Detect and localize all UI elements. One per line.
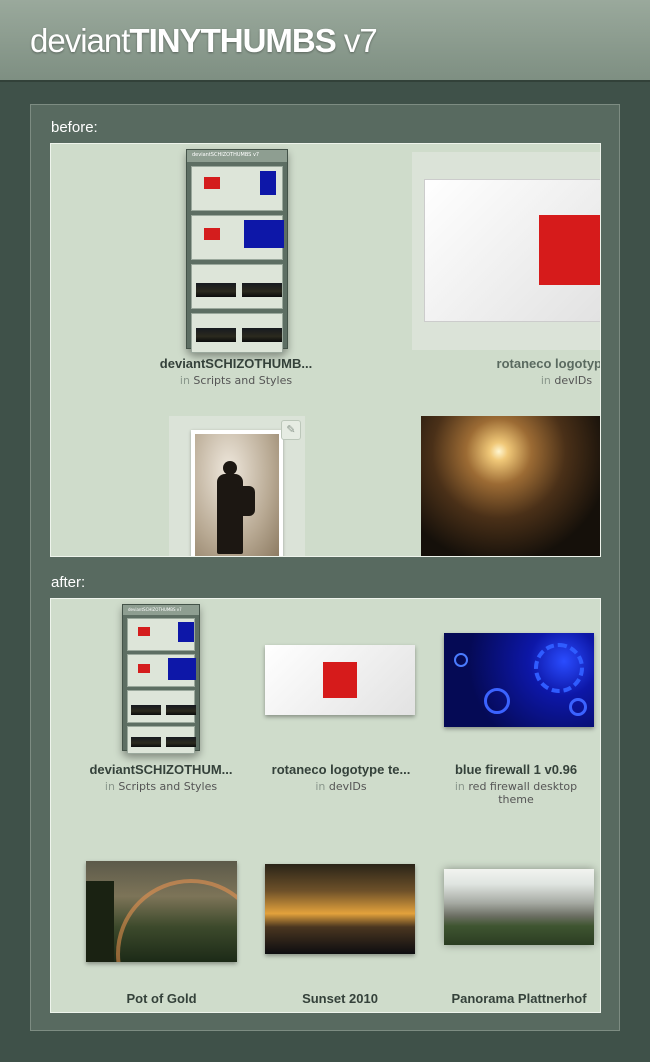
after-card-4: Pot of Gold [86,991,237,1006]
thumb-blue-firewall[interactable] [444,633,594,727]
after-box: deviantSCHIZOTHUMBS v7 deviantSCHIZOTHUM… [50,598,601,1013]
card-title[interactable]: Pot of Gold [86,991,237,1006]
card-title[interactable]: Panorama Plattnerhof [434,991,600,1006]
thumb-rotaneco[interactable] [265,645,415,715]
thumb-dome[interactable] [421,416,600,556]
thumb-panorama-plattnerhof[interactable] [444,869,594,945]
card-category[interactable]: devIDs [329,780,367,793]
content-panel: before: deviantSCHIZOTHUMBS v7 deviantSC… [30,104,620,1031]
after-card-1: deviantSCHIZOTHUM... in Scripts and Styl… [81,762,241,793]
pencil-icon[interactable]: ✎ [281,420,301,440]
before-box: deviantSCHIZOTHUMBS v7 deviantSCHIZOTHUM… [50,143,601,557]
thumb-pot-of-gold[interactable] [86,861,237,962]
card-in-label: in [104,780,115,793]
card-category[interactable]: Scripts and Styles [118,780,217,793]
card-category[interactable]: red firewall desktop theme [468,780,577,806]
mini-header: deviantSCHIZOTHUMBS v7 [187,150,287,162]
logo-light-text: deviant [30,22,130,59]
card-title[interactable]: rotaneco logotype te... [256,762,426,777]
logo-bold-text: TINYTHUMBS [129,22,336,59]
after-label: after: [51,574,86,591]
card-title[interactable]: blue firewall 1 v0.96 [431,762,600,777]
logo-version-text: v7 [335,22,378,59]
before-card-2: rotaneco logotyp in devIDs [431,356,600,387]
card-category[interactable]: Scripts and Styles [193,374,292,387]
card-title[interactable]: rotaneco logotyp [431,356,600,371]
thumb-sunset-2010[interactable] [265,864,415,954]
card-title[interactable]: Sunset 2010 [265,991,415,1006]
before-label: before: [51,119,98,136]
card-title[interactable]: deviantSCHIZOTHUM... [81,762,241,777]
after-card-2: rotaneco logotype te... in devIDs [256,762,426,793]
card-title[interactable]: deviantSCHIZOTHUMB... [151,356,321,371]
card-in-label: in [315,780,326,793]
after-card-3: blue firewall 1 v0.96 in red firewall de… [431,762,600,806]
thumb-rotaneco[interactable] [412,152,600,350]
before-card-1: deviantSCHIZOTHUMB... in Scripts and Sty… [151,356,321,387]
after-card-5: Sunset 2010 [265,991,415,1006]
card-in-label: in [540,374,551,387]
thumb-schizothumb[interactable]: deviantSCHIZOTHUMBS v7 [185,149,291,354]
app-header: deviantTINYTHUMBS v7 [0,0,650,82]
card-in-label: in [179,374,190,387]
app-logo[interactable]: deviantTINYTHUMBS v7 [30,22,378,60]
thumb-schizothumb[interactable]: deviantSCHIZOTHUMBS v7 [121,604,203,754]
card-in-label: in [454,780,465,793]
card-category[interactable]: devIDs [554,374,592,387]
after-card-6: Panorama Plattnerhof [434,991,600,1006]
mini-header: deviantSCHIZOTHUMBS v7 [123,605,199,615]
